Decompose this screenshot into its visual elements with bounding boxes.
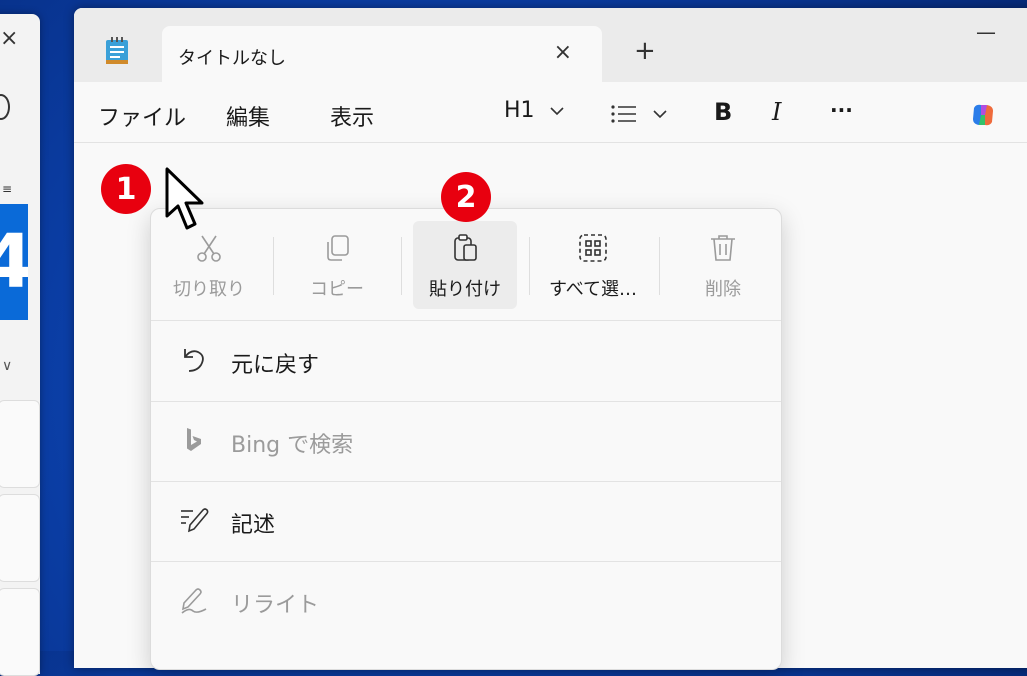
menu-item-bing-search[interactable]: Bing で検索 (151, 401, 781, 482)
title-bar: タイトルなし × + — (74, 8, 1027, 82)
list-dropdown[interactable] (610, 104, 668, 124)
menu-bar: ファイル 編集 表示 H1 B I ··· (74, 82, 1027, 143)
cut-label: 切り取り (173, 279, 245, 300)
rewrite-icon (181, 588, 207, 614)
bing-icon (187, 428, 201, 451)
tab-untitled[interactable]: タイトルなし × (162, 26, 602, 82)
compose-label: 記述 (231, 513, 276, 538)
close-tab-icon[interactable]: × (554, 40, 572, 65)
menu-item-undo[interactable]: 元に戻す (151, 321, 781, 402)
list-icon (611, 105, 636, 123)
tab-title: タイトルなし (178, 48, 286, 69)
command-bar: 切り取り コピー 貼り付け すべて選… 削除 (151, 209, 781, 321)
divider (273, 237, 274, 295)
delete-button[interactable]: 削除 (671, 221, 775, 309)
bold-button[interactable]: B (714, 98, 732, 126)
step-badge-2: 2 (441, 172, 491, 222)
trash-icon (711, 235, 735, 261)
heading-dropdown[interactable]: H1 (504, 98, 565, 123)
copy-label: コピー (310, 279, 364, 300)
paste-icon (454, 234, 477, 261)
undo-icon (184, 349, 204, 372)
menu-edit[interactable]: 編集 (226, 100, 270, 132)
menu-icon: ≡ (2, 182, 13, 196)
divider (529, 237, 530, 295)
chevron-down-icon (653, 110, 667, 119)
calendar-tile[interactable]: 4 (0, 204, 28, 320)
heading-label: H1 (504, 98, 535, 123)
copilot-icon[interactable] (970, 102, 996, 128)
paste-label: 貼り付け (429, 279, 501, 300)
rewrite-label: リライト (231, 593, 320, 618)
delete-label: 削除 (705, 279, 741, 300)
scissors-icon (197, 235, 221, 262)
bing-search-label: Bing で検索 (231, 433, 354, 458)
chevron-down-icon (549, 106, 564, 115)
list-item[interactable] (0, 400, 40, 488)
minimize-button[interactable]: — (976, 20, 996, 44)
refresh-icon[interactable] (0, 94, 10, 120)
divider (401, 237, 402, 295)
select-all-icon (579, 234, 607, 262)
italic-button[interactable]: I (772, 98, 781, 126)
new-tab-button[interactable]: + (634, 36, 656, 66)
more-button[interactable]: ··· (830, 98, 853, 122)
menu-file[interactable]: ファイル (98, 100, 186, 132)
step-badge-1: 1 (101, 164, 151, 214)
paste-button[interactable]: 貼り付け (413, 221, 517, 309)
close-icon[interactable]: × (0, 26, 18, 51)
copy-icon (327, 235, 349, 261)
compose-icon (181, 508, 209, 533)
copy-button[interactable]: コピー (285, 221, 389, 309)
notepad-app-icon (106, 37, 128, 64)
chevron-down-icon[interactable]: ∨ (2, 358, 12, 374)
context-menu: 切り取り コピー 貼り付け すべて選… 削除 元に戻す Bing で検索 記述 … (150, 208, 782, 670)
menu-view[interactable]: 表示 (330, 100, 374, 132)
background-window: × ≡ 4 ∨ (0, 14, 40, 676)
select-all-label: すべて選… (548, 279, 638, 300)
select-all-button[interactable]: すべて選… (541, 221, 645, 309)
list-item[interactable] (0, 588, 40, 676)
menu-item-rewrite[interactable]: リライト (151, 561, 781, 641)
list-item[interactable] (0, 494, 40, 582)
divider (659, 237, 660, 295)
menu-item-compose[interactable]: 記述 (151, 481, 781, 562)
mouse-cursor-icon (165, 167, 204, 230)
undo-label: 元に戻す (231, 353, 320, 378)
